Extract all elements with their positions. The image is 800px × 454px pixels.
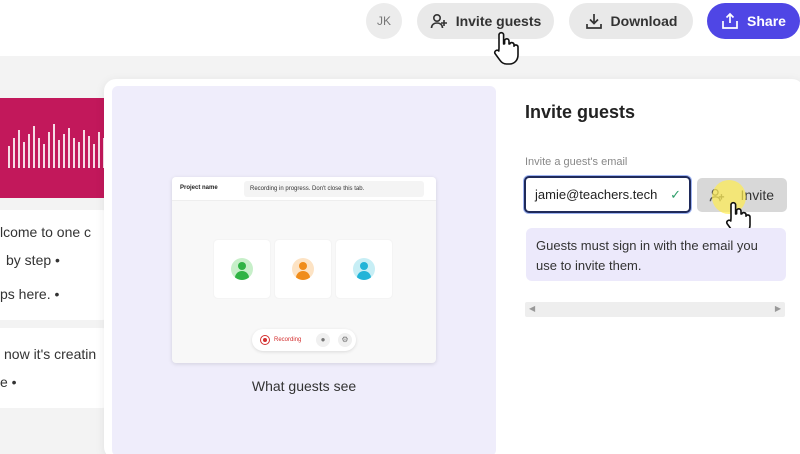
guest-view-mockup: Project name Recording in progress. Don'… (172, 177, 436, 363)
info-notice: Guests must sign in with the email you u… (526, 228, 786, 281)
waveform-bar (13, 138, 15, 168)
invite-guests-label: Invite guests (455, 13, 542, 29)
participant-tile (275, 240, 331, 298)
waveform-bar (83, 130, 85, 168)
transcript-line: e • (0, 374, 17, 390)
scroll-left-icon[interactable]: ◀ (529, 304, 535, 313)
waveform-bar (88, 136, 90, 168)
share-button[interactable]: Share (707, 3, 800, 39)
add-person-icon (430, 13, 447, 29)
waveform-bar (63, 134, 65, 168)
waveform-bar (93, 144, 95, 168)
email-value: jamie@teachers.tech (535, 187, 658, 202)
person-icon (231, 258, 253, 280)
waveform-bar (28, 134, 30, 168)
share-icon (722, 12, 738, 29)
invite-guests-button[interactable]: Invite guests (417, 3, 554, 39)
waveform-bar (23, 142, 25, 168)
microphone-icon: ● (316, 333, 330, 347)
recording-status: Recording in progress. Don't close this … (244, 181, 424, 197)
download-button[interactable]: Download (569, 3, 693, 39)
share-label: Share (747, 13, 786, 29)
person-icon (292, 258, 314, 280)
avatar[interactable]: JK (366, 3, 402, 39)
person-icon (353, 258, 375, 280)
waveform-bar (38, 138, 40, 168)
mockup-header: Project name Recording in progress. Don'… (172, 177, 436, 201)
waveform-bar (48, 132, 50, 168)
hand-cursor-icon (494, 31, 519, 65)
waveform-bar (78, 142, 80, 168)
dialog-title: Invite guests (525, 102, 636, 122)
transcript-card: lcome to one c by step • ps here. • (0, 210, 108, 320)
preview-caption: What guests see (251, 378, 357, 394)
scroll-right-icon[interactable]: ▶ (775, 304, 781, 313)
waveform-bar (68, 128, 70, 168)
transcript-line: by step • (6, 252, 60, 268)
horizontal-scrollbar[interactable]: ◀ ▶ (525, 302, 785, 317)
participant-tile (336, 240, 392, 298)
waveform-bar (73, 138, 75, 168)
transcript-line: ps here. • (0, 286, 60, 302)
waveform-bar (8, 146, 10, 168)
download-icon (585, 14, 602, 29)
check-icon: ✓ (670, 187, 681, 202)
recording-controls: Recording ● ⚙ (252, 329, 356, 351)
transcript-card: now it's creatin e • (0, 328, 108, 408)
audio-waveform (0, 98, 105, 198)
email-field[interactable]: jamie@teachers.tech ✓ (524, 176, 691, 213)
recording-label: Recording (274, 337, 302, 343)
project-name: Project name (180, 185, 218, 191)
download-label: Download (610, 13, 678, 29)
email-label: Invite a guest's email (525, 156, 628, 168)
waveform-bar (18, 130, 20, 168)
waveform-bar (43, 144, 45, 168)
record-icon (260, 335, 270, 345)
transcript-line: lcome to one c (0, 224, 92, 240)
settings-icon: ⚙ (338, 333, 352, 347)
top-bar: JK Invite guests Download Share (0, 0, 800, 65)
waveform-bar (98, 132, 100, 168)
waveform-bar (58, 140, 60, 168)
waveform-bar (53, 124, 55, 168)
waveform-bar (33, 126, 35, 168)
avatar-initials: JK (376, 14, 391, 28)
participant-tile (214, 240, 270, 298)
transcript-line: now it's creatin (4, 346, 97, 362)
